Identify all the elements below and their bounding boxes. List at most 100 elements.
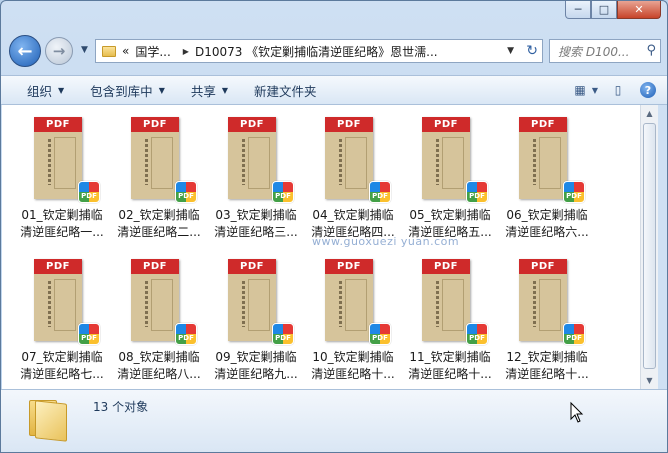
breadcrumb-separator-icon[interactable]: ▶ — [183, 47, 189, 56]
refresh-icon[interactable]: ↻ — [526, 43, 538, 59]
file-name-line2: 清逆匪纪略一... — [20, 225, 104, 239]
pdf-thumbnail: PDF PDF — [131, 259, 197, 345]
view-options-icon[interactable]: ▦ — [569, 81, 591, 99]
recent-pages-dropdown[interactable]: ▼ — [81, 45, 88, 55]
chevron-down-icon: ▼ — [58, 85, 65, 95]
pdf-thumbnail: PDF PDF — [228, 117, 294, 203]
command-bar: 组织 ▼ 包含到库中 ▼ 共享 ▼ 新建文件夹 ▦ ▼ ▯ ? — [1, 75, 667, 105]
pdf-thumbnail: PDF PDF — [228, 259, 294, 345]
address-bar[interactable]: « 国学... ▶ D10073 《钦定剿捕临清逆匪纪略》恩世濡... ▼ ↻ — [95, 39, 543, 63]
file-name-line1: 08_钦定剿捕临 — [118, 350, 200, 364]
book-border — [54, 137, 76, 189]
window-frame-edge — [658, 105, 667, 389]
breadcrumb-parent[interactable]: 国学... — [135, 43, 170, 60]
file-name-line1: 01_钦定剿捕临 — [21, 208, 103, 222]
file-name-line2: 清逆匪纪略十... — [505, 367, 589, 381]
forward-button[interactable]: → — [45, 37, 73, 65]
search-placeholder: 搜索 D100... — [558, 44, 630, 59]
search-icon[interactable]: ⚲ — [646, 43, 656, 58]
help-button[interactable]: ? — [637, 81, 659, 99]
include-in-library-label: 包含到库中 — [90, 83, 153, 99]
include-in-library-menu[interactable]: 包含到库中 ▼ — [90, 81, 165, 100]
file-item[interactable]: PDF PDF 08_钦定剿捕临 清逆匪纪略八... — [111, 253, 207, 383]
file-name: 10_钦定剿捕临 清逆匪纪略十... — [301, 349, 405, 383]
file-name-line1: 04_钦定剿捕临 — [312, 208, 394, 222]
file-name-line1: 11_钦定剿捕临 — [409, 350, 491, 364]
pdf-app-icon: PDF — [563, 181, 585, 203]
pdf-band-label: PDF — [422, 259, 470, 274]
pdf-app-icon: PDF — [369, 323, 391, 345]
pdf-band-label: PDF — [519, 259, 567, 274]
share-menu[interactable]: 共享 ▼ — [191, 81, 228, 100]
pdf-band-label: PDF — [131, 117, 179, 132]
vertical-scrollbar[interactable]: ▲ ▼ — [640, 105, 658, 389]
book-spine — [242, 139, 245, 185]
address-dropdown-icon[interactable]: ▼ — [507, 46, 514, 56]
book-border — [248, 279, 270, 331]
file-name: 03_钦定剿捕临 清逆匪纪略三... — [204, 207, 308, 241]
share-label: 共享 — [190, 83, 216, 99]
file-name-line1: 05_钦定剿捕临 — [409, 208, 491, 222]
address-overflow[interactable]: « — [122, 44, 129, 58]
pdf-thumbnail: PDF PDF — [519, 117, 585, 203]
close-button[interactable]: ✕ — [617, 1, 661, 19]
pdf-band-label: PDF — [325, 117, 373, 132]
pdf-thumbnail: PDF PDF — [422, 259, 488, 345]
file-name-line1: 09_钦定剿捕临 — [215, 350, 297, 364]
file-list[interactable]: www.guoxuezi yuan.com PDF PDF 01_钦定剿捕临 清逆匪纪… — [2, 105, 640, 389]
maximize-button[interactable]: □ — [591, 1, 617, 19]
file-item[interactable]: PDF PDF 02_钦定剿捕临 清逆匪纪略二... — [111, 111, 207, 241]
pdf-thumbnail: PDF PDF — [34, 259, 100, 345]
file-item[interactable]: PDF PDF 10_钦定剿捕临 清逆匪纪略十... — [305, 253, 401, 383]
file-name-line2: 清逆匪纪略二... — [117, 225, 201, 239]
search-input[interactable]: 搜索 D100... ⚲ — [549, 39, 661, 63]
pdf-app-icon: PDF — [175, 323, 197, 345]
book-border — [151, 137, 173, 189]
book-border — [151, 279, 173, 331]
file-name-line1: 10_钦定剿捕临 — [312, 350, 394, 364]
breadcrumb-current[interactable]: D10073 《钦定剿捕临清逆匪纪略》恩世濡... — [195, 43, 438, 60]
file-name-line2: 清逆匪纪略十... — [408, 367, 492, 381]
scroll-down-icon[interactable]: ▼ — [641, 372, 658, 389]
file-item[interactable]: PDF PDF 05_钦定剿捕临 清逆匪纪略五... — [402, 111, 498, 241]
new-folder-button[interactable]: 新建文件夹 — [254, 81, 317, 100]
scroll-up-icon[interactable]: ▲ — [641, 105, 658, 122]
book-border — [539, 279, 561, 331]
file-name: 07_钦定剿捕临 清逆匪纪略七... — [10, 349, 114, 383]
pdf-band-label: PDF — [325, 259, 373, 274]
pdf-thumbnail: PDF PDF — [422, 117, 488, 203]
file-item[interactable]: PDF PDF 12_钦定剿捕临 清逆匪纪略十... — [499, 253, 595, 383]
pdf-app-icon: PDF — [175, 181, 197, 203]
file-item[interactable]: PDF PDF 07_钦定剿捕临 清逆匪纪略七... — [14, 253, 110, 383]
back-button[interactable]: ← — [9, 35, 41, 67]
details-pane: 13 个对象 — [1, 389, 667, 452]
file-item[interactable]: PDF PDF 06_钦定剿捕临 清逆匪纪略六... — [499, 111, 595, 241]
scroll-thumb[interactable] — [643, 123, 656, 369]
mouse-cursor-icon — [570, 401, 584, 423]
organize-menu[interactable]: 组织 ▼ — [27, 81, 64, 100]
pdf-thumbnail: PDF PDF — [131, 117, 197, 203]
file-name-line1: 07_钦定剿捕临 — [21, 350, 103, 364]
new-folder-label: 新建文件夹 — [254, 83, 317, 99]
file-name-line2: 清逆匪纪略三... — [214, 225, 298, 239]
book-border — [345, 279, 367, 331]
help-icon: ? — [640, 82, 656, 98]
book-spine — [145, 139, 148, 185]
file-item[interactable]: PDF PDF 03_钦定剿捕临 清逆匪纪略三... — [208, 111, 304, 241]
pdf-app-icon: PDF — [78, 181, 100, 203]
file-name: 11_钦定剿捕临 清逆匪纪略十... — [398, 349, 502, 383]
book-spine — [533, 281, 536, 327]
file-item[interactable]: PDF PDF 11_钦定剿捕临 清逆匪纪略十... — [402, 253, 498, 383]
pdf-band-label: PDF — [34, 117, 82, 132]
book-spine — [533, 139, 536, 185]
preview-pane-icon[interactable]: ▯ — [607, 81, 629, 99]
file-item[interactable]: PDF PDF 09_钦定剿捕临 清逆匪纪略九... — [208, 253, 304, 383]
pdf-app-icon: PDF — [78, 323, 100, 345]
minimize-button[interactable]: ─ — [565, 1, 591, 19]
file-item[interactable]: PDF PDF 01_钦定剿捕临 清逆匪纪略一... — [14, 111, 110, 241]
file-item[interactable]: PDF PDF 04_钦定剿捕临 清逆匪纪略四... — [305, 111, 401, 241]
view-caret-icon[interactable]: ▼ — [591, 81, 599, 99]
pdf-thumbnail: PDF PDF — [519, 259, 585, 345]
organize-label: 组织 — [27, 83, 53, 99]
chevron-down-icon: ▼ — [158, 85, 165, 95]
